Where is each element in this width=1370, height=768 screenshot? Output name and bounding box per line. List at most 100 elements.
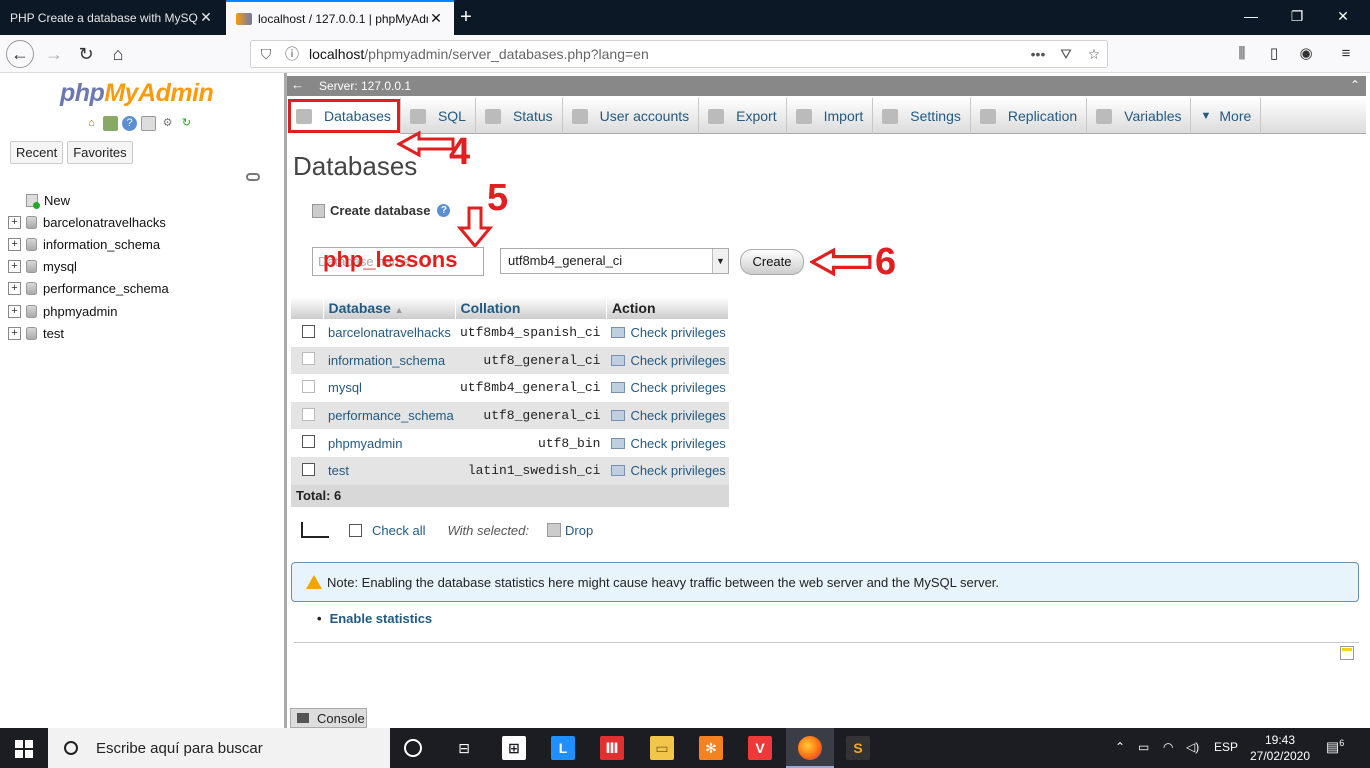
console-toggle[interactable]: Console [290,708,367,728]
maximize-button[interactable]: ❐ [1274,0,1320,35]
firefox-icon[interactable] [798,736,822,760]
row-checkbox[interactable] [302,435,315,449]
reload-nav-icon[interactable]: ↻ [179,116,194,131]
task-view-icon[interactable]: ⊟ [452,736,476,760]
account-icon[interactable]: ◉ [1295,44,1317,64]
database-column-header[interactable]: Database ▲ [323,297,456,319]
reload-button[interactable]: ↻ [72,41,100,67]
check-all-checkbox[interactable] [349,523,362,537]
row-checkbox[interactable] [302,462,315,476]
tab-databases[interactable]: Databases [287,98,401,134]
windows-start-icon[interactable] [15,740,33,758]
collapse-sidebar-icon[interactable]: ← [291,77,305,92]
sublime-text-icon[interactable]: S [846,736,870,760]
chevron-down-icon[interactable]: ▼ [712,249,728,273]
close-window-button[interactable]: ✕ [1320,0,1366,35]
notification-center-icon[interactable]: ▤6 [1326,738,1344,756]
cortana-icon[interactable] [404,739,422,757]
tab-sql[interactable]: SQL [401,98,476,134]
check-privileges-link[interactable]: Check privileges [606,456,729,485]
create-button[interactable]: Create [740,249,804,275]
database-link[interactable]: mysql [323,374,455,402]
new-tab-button[interactable]: + [455,6,477,28]
shield-icon[interactable]: ⛉ [257,45,275,63]
store-icon[interactable]: ⊞ [502,736,526,760]
tree-item-new[interactable]: New [8,189,169,211]
tree-item-database[interactable]: + barcelonatravelhacks [8,211,169,233]
tab-more[interactable]: ▼ More [1191,98,1262,134]
tab-settings[interactable]: Settings [873,98,971,134]
vivaldi-icon[interactable]: V [748,736,772,760]
tab-import[interactable]: Import [787,98,874,134]
check-privileges-link[interactable]: Check privileges [606,346,729,375]
close-tab-icon[interactable]: ✕ [198,9,214,26]
minimize-button[interactable]: — [1228,0,1274,35]
taskbar-search-box[interactable]: Escribe aquí para buscar [48,728,390,768]
app-red-icon[interactable]: Ⅲ [600,736,624,760]
tab-variables[interactable]: Variables [1087,98,1192,134]
file-explorer-icon[interactable]: ▭ [650,736,674,760]
tray-chevron-icon[interactable]: ⌃ [1115,740,1125,754]
logout-icon[interactable] [103,116,118,131]
server-label[interactable]: Server: 127.0.0.1 [319,79,411,93]
tab-status[interactable]: Status [476,98,563,134]
sidebar-toggle-icon[interactable]: ▯ [1263,44,1285,64]
home-button[interactable]: ⌂ [104,41,132,67]
back-button[interactable]: ← [6,40,34,68]
expand-icon[interactable]: + [8,282,21,296]
tab-replication[interactable]: Replication [971,98,1088,134]
row-checkbox[interactable] [302,324,315,338]
expand-icon[interactable]: + [8,260,21,274]
xampp-icon[interactable]: ✻ [699,736,723,760]
menu-icon[interactable]: ≡ [1335,44,1357,64]
pocket-icon[interactable]: ⛛ [1057,45,1075,63]
collation-column-header[interactable]: Collation [455,297,607,319]
expand-icon[interactable]: + [8,326,21,340]
keyboard-language[interactable]: ESP [1214,740,1238,754]
wifi-icon[interactable]: ◠ [1163,740,1173,754]
browser-tab-1[interactable]: PHP Create a database with MySQL ✕ [0,0,224,35]
settings-gear-icon[interactable]: ⚙ [160,116,175,131]
favorites-tab[interactable]: Favorites [67,141,133,164]
tree-item-database[interactable]: + test [8,322,169,344]
docs-icon[interactable] [141,116,156,131]
enable-statistics-link[interactable]: Enable statistics [317,611,433,626]
expand-icon[interactable]: + [8,215,21,229]
forward-button[interactable]: → [40,41,68,67]
check-privileges-link[interactable]: Check privileges [606,429,729,457]
library-icon[interactable]: ⫼ [1231,44,1253,64]
close-tab-icon[interactable]: ✕ [428,10,444,27]
tree-item-database[interactable]: + performance_schema [8,278,169,300]
check-privileges-link[interactable]: Check privileges [606,319,729,347]
database-link[interactable]: performance_schema [323,401,455,430]
taskbar-clock[interactable]: 19:43 27/02/2020 [1244,732,1316,764]
home-icon[interactable]: ⌂ [84,116,99,131]
database-link[interactable]: barcelonatravelhacks [323,319,455,347]
page-actions-icon[interactable]: ••• [1029,45,1047,63]
tab-export[interactable]: Export [699,98,787,134]
check-all-label[interactable]: Check all [372,523,425,538]
check-privileges-link[interactable]: Check privileges [606,401,729,430]
tab-user-accounts[interactable]: User accounts [563,98,700,134]
bookmark-star-icon[interactable]: ☆ [1085,45,1103,63]
volume-icon[interactable]: ◁) [1186,740,1199,754]
drop-button[interactable]: Drop [565,523,593,538]
recent-tab[interactable]: Recent [10,141,64,164]
notepad-icon[interactable] [1340,646,1354,660]
info-icon[interactable]: ⓘ [283,45,301,63]
browser-tab-2[interactable]: localhost / 127.0.0.1 | phpMyAdmin ✕ [226,0,454,35]
check-privileges-link[interactable]: Check privileges [606,374,729,402]
database-link[interactable]: phpmyadmin [323,429,455,457]
help-icon[interactable]: ? [437,204,451,217]
database-link[interactable]: information_schema [323,346,455,375]
link-with-main-icon[interactable] [246,173,260,181]
tree-item-database[interactable]: + phpmyadmin [8,300,169,322]
address-bar[interactable]: ⛉ ⓘ localhost/phpmyadmin/server_database… [250,40,1108,68]
tree-item-database[interactable]: + information_schema [8,233,169,255]
phpmyadmin-logo[interactable]: phpMyAdmin [60,79,214,108]
tree-item-database[interactable]: + mysql [8,256,169,278]
collapse-top-icon[interactable]: ⌃ [1350,78,1360,92]
collation-select[interactable]: utf8mb4_general_ci ▼ [500,248,729,274]
expand-icon[interactable]: + [8,304,21,318]
help-icon[interactable]: ? [122,116,137,131]
